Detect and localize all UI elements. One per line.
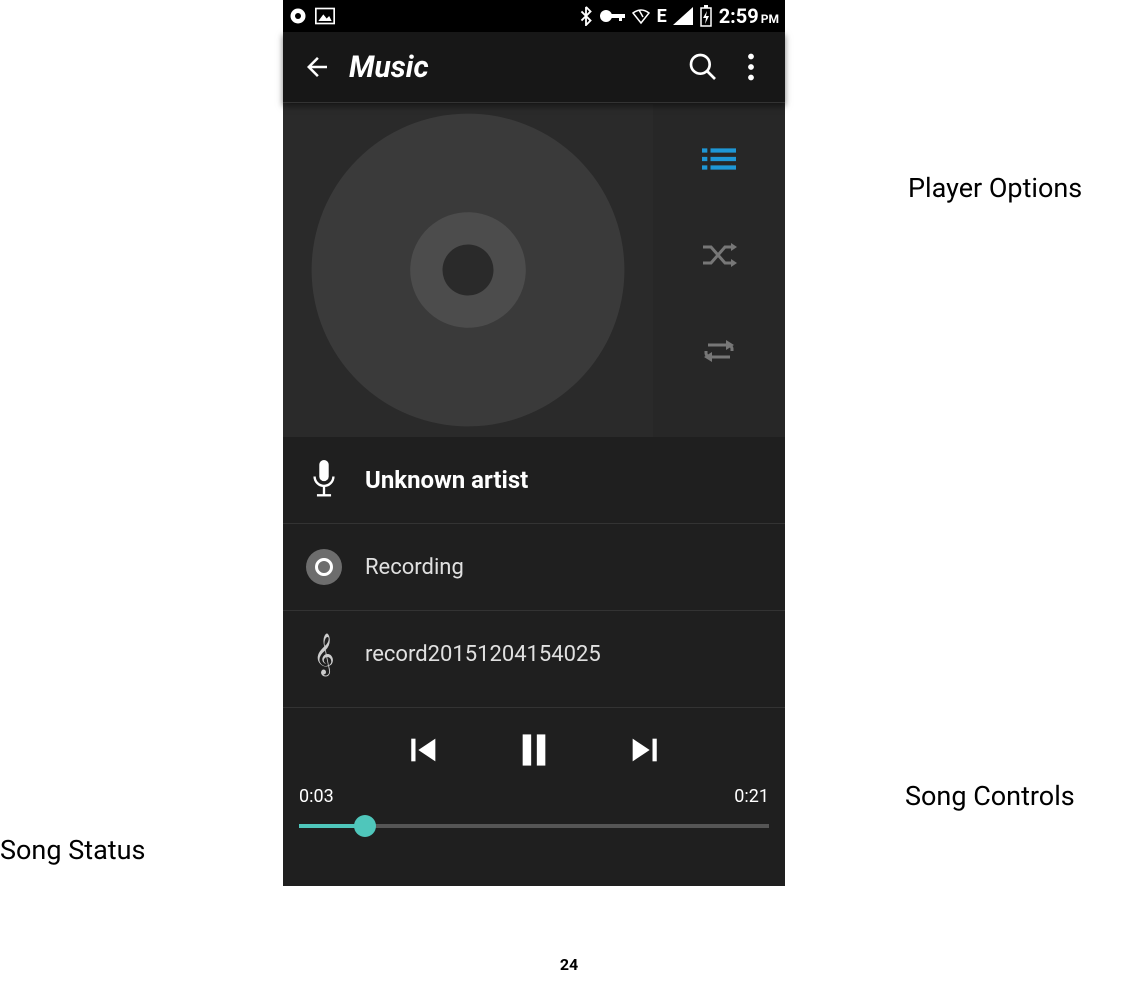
annotation-song-controls: Song Controls [905,780,1075,812]
status-clock: 2:59PM [719,4,779,28]
mic-icon [303,460,345,500]
app-title: Music [349,50,679,85]
back-button[interactable] [293,43,341,91]
artist-row[interactable]: Unknown artist [283,437,785,523]
elapsed-time: 0:03 [299,786,334,807]
key-icon [599,9,625,23]
search-button[interactable] [679,43,727,91]
annotation-song-status: Song Status [0,834,145,866]
page-number: 24 [0,955,1138,974]
treble-clef-icon: 𝄞 [303,636,345,672]
seek-bar[interactable] [299,813,769,839]
image-icon [315,7,335,25]
player-options-column [653,103,785,437]
next-button[interactable] [627,733,661,771]
previous-button[interactable] [407,733,441,771]
song-name: record20151204154025 [365,642,601,667]
playback-controls-area: 0:03 0:21 [283,703,785,855]
repeat-button[interactable] [699,331,739,371]
overflow-menu-button[interactable] [727,43,775,91]
controls-row [283,707,785,786]
album-section [283,103,785,437]
app-bar: Music [283,32,785,103]
seek-thumb[interactable] [354,815,376,837]
song-row[interactable]: 𝄞 record20151204154025 [283,610,785,697]
network-type-label: E [657,6,667,27]
battery-charging-icon [699,5,713,27]
queue-button[interactable] [699,139,739,179]
album-row[interactable]: Recording [283,523,785,610]
time-row: 0:03 0:21 [283,786,785,813]
total-time: 0:21 [734,786,769,807]
pause-button[interactable] [517,731,551,773]
artist-name: Unknown artist [365,466,528,494]
phone-screenshot: E 2:59PM Music [283,0,785,886]
signal-icon [673,7,693,25]
disc-icon [303,549,345,585]
annotation-player-options: Player Options [908,172,1082,204]
album-art [283,103,653,437]
bluetooth-icon [579,6,593,26]
shuffle-button[interactable] [699,235,739,275]
album-name: Recording [365,555,464,580]
status-bar: E 2:59PM [283,0,785,32]
target-icon [289,7,307,25]
wifi-off-icon [631,7,651,25]
